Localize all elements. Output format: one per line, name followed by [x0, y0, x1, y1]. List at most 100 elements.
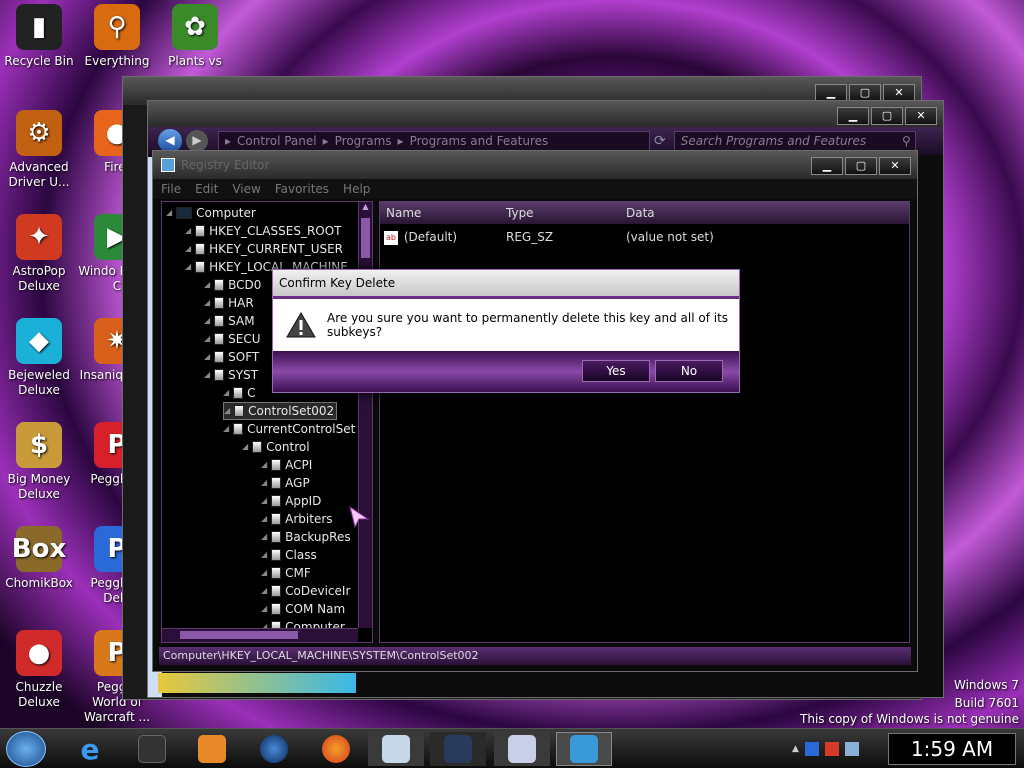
tree-node[interactable]: ◢ CurrentControlSet — [223, 420, 355, 438]
desktop-icon[interactable]: ● Chuzzle Deluxe — [0, 630, 78, 710]
tree-expander-icon[interactable]: ◢ — [261, 564, 267, 582]
tree-expander-icon[interactable]: ◢ — [242, 438, 248, 456]
forward-button[interactable]: ▶ — [186, 130, 208, 152]
desktop-icon[interactable]: Box ChomikBox — [0, 526, 78, 591]
tree-expander-icon[interactable]: ◢ — [185, 258, 191, 276]
hscroll-thumb[interactable] — [180, 631, 298, 639]
tree-node[interactable]: ◢ Control — [242, 438, 310, 456]
action-center-icon[interactable] — [824, 742, 839, 756]
menu-favorites[interactable]: Favorites — [275, 182, 329, 196]
desktop-icon[interactable]: ✿ Plants vs — [156, 4, 234, 69]
tree-node[interactable]: ◢ CMF — [261, 564, 311, 582]
tree-expander-icon[interactable]: ◢ — [223, 384, 229, 402]
explorer-titlebar[interactable] — [148, 101, 943, 127]
taskbar-globe[interactable] — [246, 732, 302, 766]
menu-help[interactable]: Help — [343, 182, 370, 196]
column-data[interactable]: Data — [626, 206, 655, 220]
yes-button[interactable]: Yes — [582, 360, 650, 382]
search-icon[interactable]: ⚲ — [902, 132, 915, 150]
desktop-icon[interactable]: ⚲ Everything — [78, 4, 156, 69]
refresh-icon[interactable]: ⟳ — [654, 133, 666, 149]
minimize-icon[interactable]: ▁ — [837, 107, 869, 125]
tree-node[interactable]: ◢ HKEY_CLASSES_ROOT — [185, 222, 342, 240]
column-type[interactable]: Type — [506, 206, 534, 220]
tree-node[interactable]: ◢ BackupRes — [261, 528, 351, 546]
tree-expander-icon[interactable]: ◢ — [166, 204, 172, 222]
tree-expander-icon[interactable]: ◢ — [261, 492, 267, 510]
taskbar-network[interactable] — [430, 732, 486, 766]
column-name[interactable]: Name — [386, 206, 421, 220]
regedit-titlebar[interactable]: Registry Editor — [153, 151, 917, 179]
minimize-icon[interactable]: ▁ — [811, 157, 843, 175]
tree-expander-icon[interactable]: ◢ — [261, 510, 267, 528]
tree-expander-icon[interactable]: ◢ — [261, 546, 267, 564]
breadcrumb-control-panel[interactable]: Control Panel — [237, 132, 317, 150]
tree-node[interactable]: ◢ Computer — [166, 204, 256, 222]
tree-node[interactable]: ◢ HKEY_CURRENT_USER — [185, 240, 343, 258]
taskbar-media-player[interactable] — [184, 732, 240, 766]
registry-tree[interactable]: ◢ Computer ◢ HKEY_CLASSES_ROOT ◢ HKEY_CURRENT… — [161, 201, 373, 643]
close-icon[interactable]: ✕ — [879, 157, 911, 175]
start-button[interactable] — [6, 731, 46, 767]
taskbar-device-manager[interactable] — [124, 732, 180, 766]
confirm-key-delete-dialog[interactable]: Confirm Key Delete Are you sure you want… — [272, 269, 740, 393]
tree-node[interactable]: ◢ ACPI — [261, 456, 312, 474]
tree-expander-icon[interactable]: ◢ — [261, 474, 267, 492]
tree-expander-icon[interactable]: ◢ — [204, 294, 210, 312]
maximize-icon[interactable]: ▢ — [871, 107, 903, 125]
taskbar-clock[interactable]: 1:59 AM — [888, 733, 1016, 765]
tree-expander-icon[interactable]: ◢ — [261, 456, 267, 474]
taskbar-internet-explorer[interactable]: e — [62, 732, 118, 766]
menu-edit[interactable]: Edit — [195, 182, 218, 196]
tree-expander-icon[interactable]: ◢ — [204, 348, 210, 366]
taskbar-registry-editor[interactable] — [556, 732, 612, 766]
tree-node[interactable]: ◢ SOFT — [204, 348, 259, 366]
desktop-icon[interactable]: ⚙ Advanced Driver U... — [0, 110, 78, 190]
desktop-icon[interactable]: ✦ AstroPop Deluxe — [0, 214, 78, 294]
address-bar[interactable]: ▸ Control Panel ▸ Programs ▸ Programs an… — [218, 131, 650, 151]
desktop-icon[interactable]: ▮ Recycle Bin — [0, 4, 78, 69]
tree-horizontal-scrollbar[interactable] — [162, 628, 358, 642]
scroll-thumb[interactable] — [361, 218, 370, 258]
tree-node[interactable]: ◢ AGP — [261, 474, 310, 492]
tree-node[interactable]: ◢ Arbiters — [261, 510, 333, 528]
tree-expander-icon[interactable]: ◢ — [224, 402, 230, 420]
maximize-icon[interactable]: ▢ — [845, 157, 877, 175]
menu-view[interactable]: View — [232, 182, 260, 196]
tree-node[interactable]: ◢ SECU — [204, 330, 261, 348]
taskbar-programs-features[interactable] — [494, 732, 550, 766]
no-button[interactable]: No — [655, 360, 723, 382]
tree-vertical-scrollbar[interactable]: ▲ — [358, 202, 372, 628]
tree-expander-icon[interactable]: ◢ — [204, 312, 210, 330]
scroll-up-icon[interactable]: ▲ — [359, 202, 372, 216]
show-hidden-icons-icon[interactable]: ▲ — [792, 744, 799, 754]
tree-expander-icon[interactable]: ◢ — [261, 600, 267, 618]
taskbar-notepad[interactable] — [368, 732, 424, 766]
desktop-icon[interactable]: ◆ Bejeweled Deluxe — [0, 318, 78, 398]
tree-expander-icon[interactable]: ◢ — [261, 528, 267, 546]
tree-node[interactable]: ◢ Class — [261, 546, 317, 564]
tree-expander-icon[interactable]: ◢ — [185, 240, 191, 258]
tree-node[interactable]: ◢ C — [223, 384, 256, 402]
registry-values-list[interactable]: Name Type Data ab (Default) REG_SZ (valu… — [379, 201, 910, 643]
tree-node[interactable]: ◢ SYST — [204, 366, 258, 384]
taskbar-firefox[interactable] — [308, 732, 364, 766]
close-icon[interactable]: ✕ — [905, 107, 937, 125]
menu-file[interactable]: File — [161, 182, 181, 196]
tray-app-icon[interactable] — [804, 742, 819, 756]
tree-node[interactable]: ◢ COM Nam — [261, 600, 345, 618]
search-field[interactable]: Search Programs and Features ⚲ — [673, 131, 916, 151]
breadcrumb-programs-features[interactable]: Programs and Features — [410, 132, 549, 150]
tree-node[interactable]: ◢ AppID — [261, 492, 321, 510]
tree-node[interactable]: ◢ BCD0 — [204, 276, 261, 294]
desktop-icon[interactable]: $ Big Money Deluxe — [0, 422, 78, 502]
tree-expander-icon[interactable]: ◢ — [204, 330, 210, 348]
breadcrumb-programs[interactable]: Programs — [335, 132, 392, 150]
tree-expander-icon[interactable]: ◢ — [223, 420, 229, 438]
tree-node[interactable]: ◢ SAM — [204, 312, 255, 330]
tree-expander-icon[interactable]: ◢ — [204, 276, 210, 294]
registry-editor-window[interactable]: Registry Editor ▁ ▢ ✕ File Edit View Fav… — [152, 150, 918, 672]
tree-node[interactable]: ◢ HAR — [204, 294, 254, 312]
tree-expander-icon[interactable]: ◢ — [261, 582, 267, 600]
tree-node[interactable]: ◢ CoDeviceIr — [261, 582, 350, 600]
